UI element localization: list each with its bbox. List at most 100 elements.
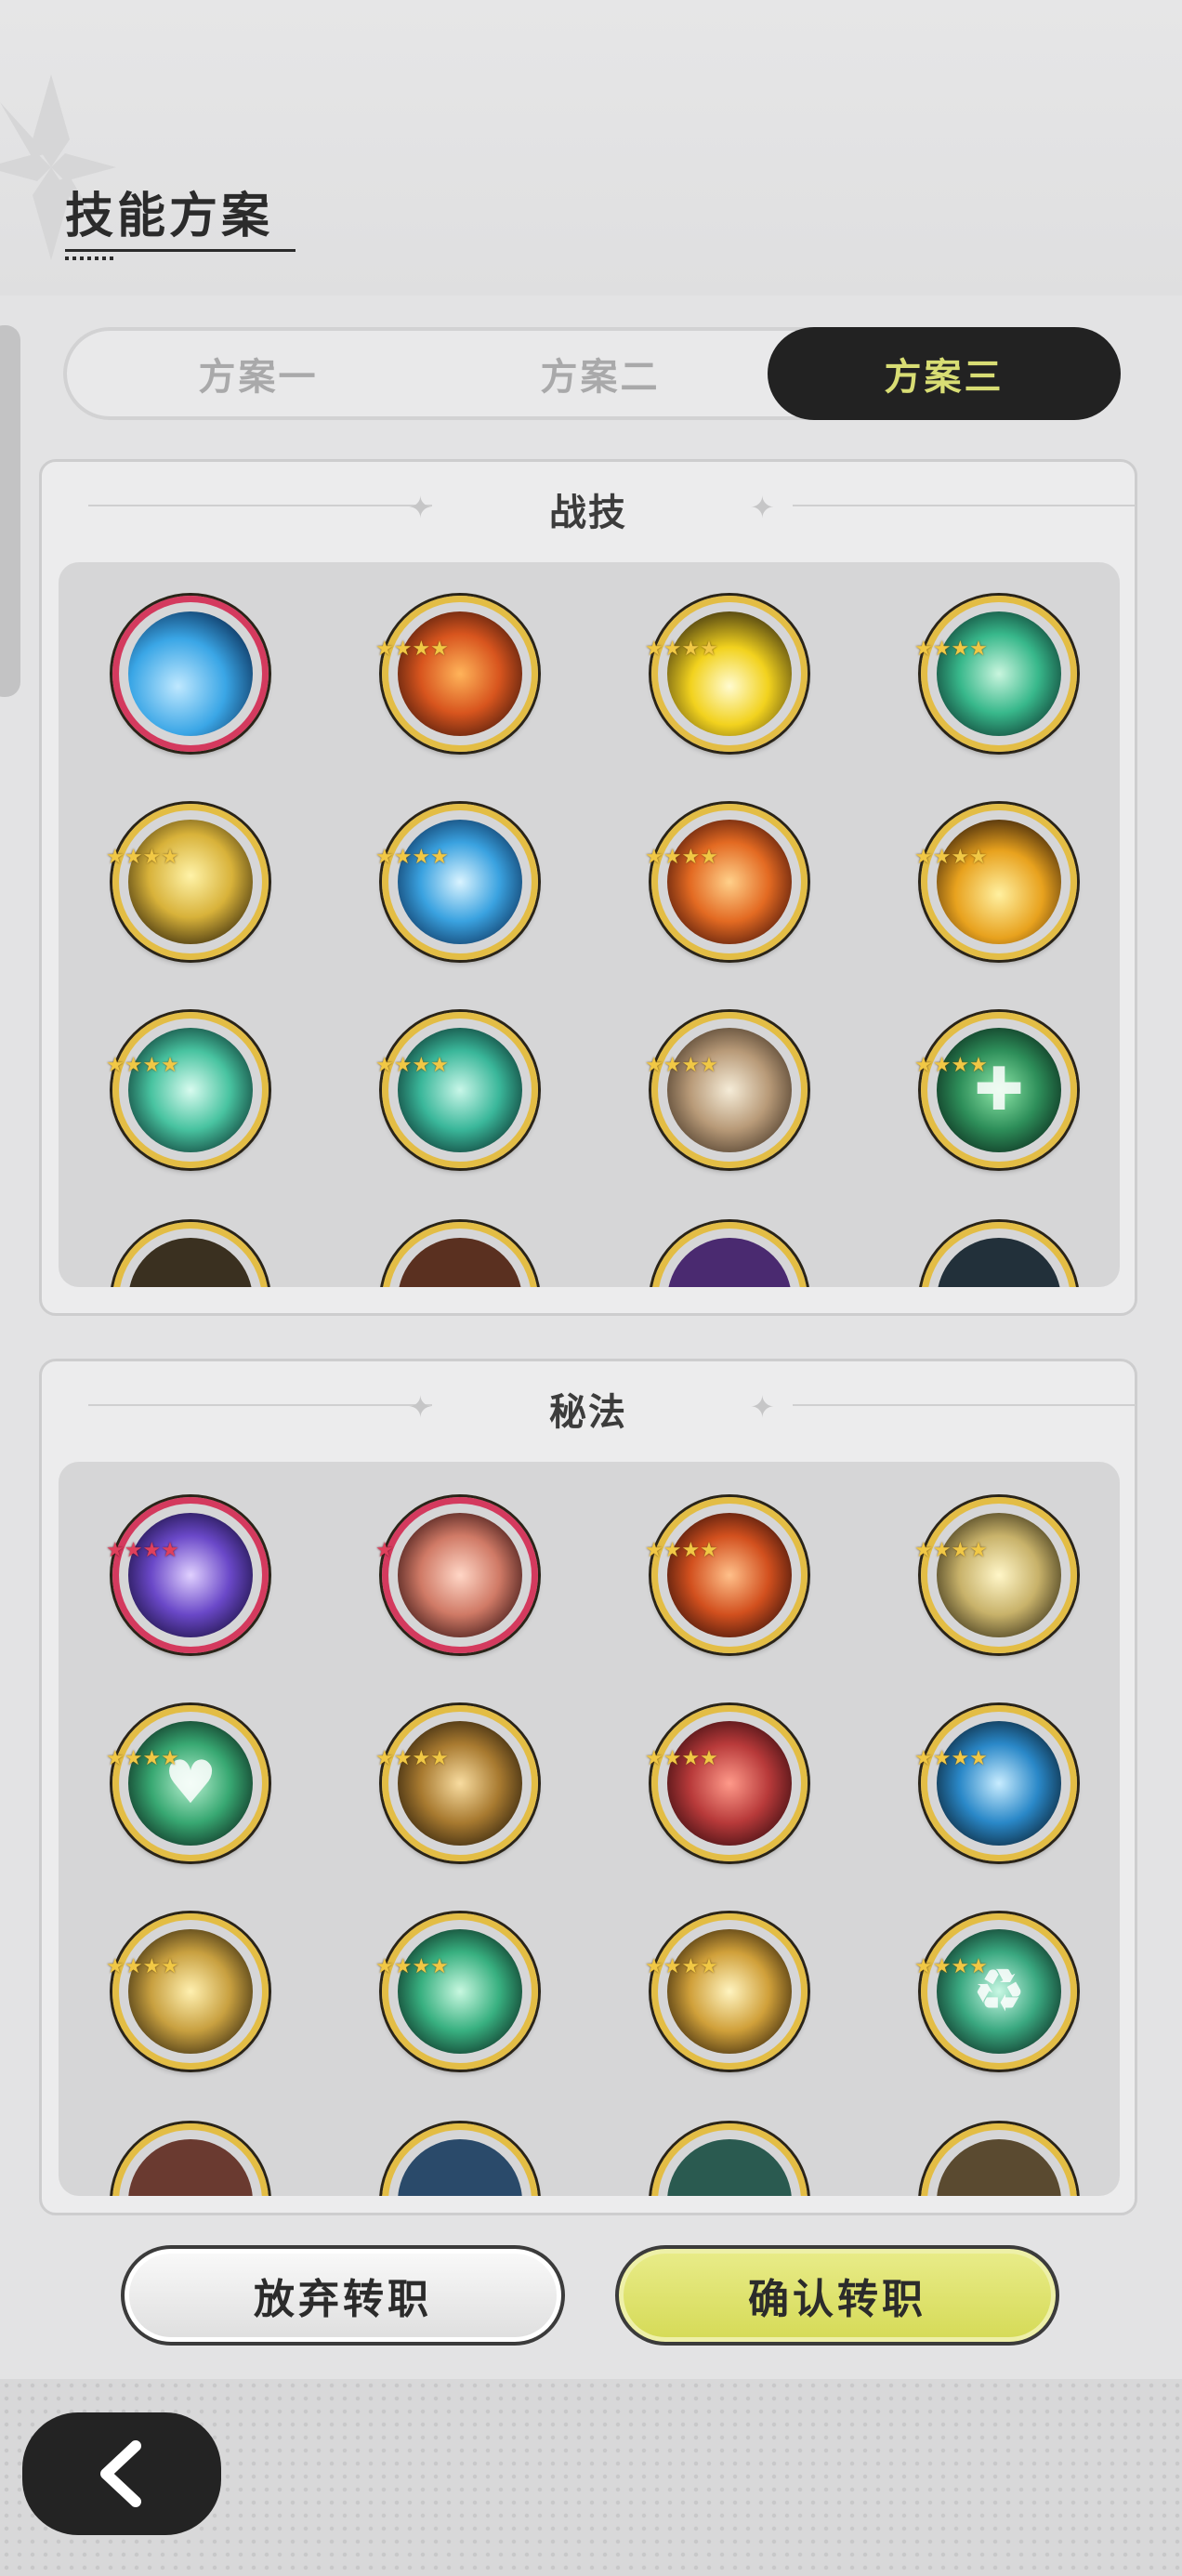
rarity-stars: ★★★★ [914,848,988,868]
rarity-stars: ★★★★ [914,1541,988,1561]
card-toss-icon [667,1028,792,1152]
rarity-stars: ★★★★ [375,848,449,868]
rarity-stars: ★★★★ [106,1541,179,1561]
skill-water-vortex[interactable]: ★★★★ [375,804,538,960]
side-drawer-handle[interactable] [0,325,20,697]
rarity-stars: ★★★★ [645,639,718,660]
skill-ground-burst[interactable]: ★★★★ [914,804,1077,960]
tab-plan-2[interactable]: 方案二 [424,327,777,420]
skill-heal-cross[interactable]: ✚ ★★★★ [914,1012,1077,1168]
skill-mystic-spirit[interactable]: ★ [375,1497,538,1653]
skill-wind-orb[interactable]: ★★★★ [914,596,1077,752]
skill-demon-mask[interactable]: ★★★★ [645,1705,808,1861]
tab-plan-1[interactable]: 方案一 [82,327,435,420]
light-rise-icon [937,1513,1061,1637]
skill-fire-swirl[interactable]: ★★★★ [375,596,538,752]
skill-gold-burst[interactable]: ★★★★ [645,1913,808,2070]
section-title: 秘法 [549,1391,627,1434]
back-button[interactable] [22,2412,221,2535]
skill-ice-crystal[interactable]: ★★★★ [914,1705,1077,1861]
rarity-stars: ★★★★ [645,1541,718,1561]
sparkle-icon: ✦ [750,490,775,525]
skill-golden-hand[interactable]: ★★★★ [106,1913,269,2070]
divider-line [793,505,1136,506]
rarity-stars: ★★★★ [106,848,179,868]
skill-row4-1[interactable] [112,1222,269,1287]
skill-jade-shield[interactable]: ★★★★ [375,1913,538,2070]
title-dots [65,256,117,260]
rarity-stars: ★★★★ [375,1957,449,1978]
cancel-job-change-button[interactable]: 放弃转职 [121,2245,565,2346]
page-title: 技能方案 [65,189,274,244]
plan-tabs: 方案一 方案二 方案三 [63,327,1121,420]
skill-row4-1[interactable] [112,2123,269,2196]
skill-icon [667,1238,792,1287]
skill-row4-3[interactable] [651,2123,808,2196]
skill-row4-3[interactable] [651,1222,808,1287]
demon-mask-icon [667,1721,792,1846]
divider-line [793,1404,1136,1406]
lightning-orb-icon [667,611,792,736]
skill-lightning-orb[interactable]: ★★★★ [645,596,808,752]
skill-icon [398,2139,522,2196]
rarity-stars: ★★★★ [645,1749,718,1769]
skill-flame-eye[interactable]: ★★★★ [645,804,808,960]
skill-wind-blades[interactable]: ★★★★ [106,1012,269,1168]
rarity-stars: ★★★★ [914,639,988,660]
recycle-icon: ♻ [937,1929,1061,2054]
secret-arts-panel: ✦ 秘法 ✦ ★★★★ ★ ★★★★ ★★★★ ♥ ★★★★ [39,1359,1137,2215]
mystic-spirit-icon [398,1513,522,1637]
section-title: 战技 [549,492,627,534]
skill-wind-vortex[interactable]: ★★★★ [375,1012,538,1168]
ice-crystal-icon [937,1721,1061,1846]
rarity-stars: ★ [375,1539,394,1562]
skill-row4-4[interactable] [921,2123,1077,2196]
rarity-stars: ★★★★ [375,1749,449,1769]
rarity-stars: ★★★★ [375,639,449,660]
golden-hand-icon [128,1929,253,2054]
rarity-stars: ★★★★ [914,1957,988,1978]
skill-icon [128,2139,253,2196]
recycle-shape-icon: ♻ [972,1957,1026,2026]
tab-plan-3[interactable]: 方案三 [768,327,1121,420]
skill-star-strike[interactable]: ★★★★ [375,1705,538,1861]
skill-icon [937,1238,1061,1287]
skill-heart-guard[interactable]: ♥ ★★★★ [106,1705,269,1861]
skill-row4-2[interactable] [382,1222,538,1287]
gold-burst-icon [667,1929,792,2054]
jade-shield-icon [398,1929,522,2054]
skill-water-wave[interactable] [112,596,269,752]
skill-arcane-clock[interactable]: ★★★★ [106,1497,269,1653]
skill-light-rise[interactable]: ★★★★ [914,1497,1077,1653]
skill-icon [667,2139,792,2196]
rarity-stars: ★★★★ [914,1749,988,1769]
rarity-stars: ★★★★ [645,1957,718,1978]
wind-vortex-icon [398,1028,522,1152]
plus-icon: ✚ [974,1056,1024,1124]
rarity-stars: ★★★★ [106,1957,179,1978]
rarity-stars: ★★★★ [375,1056,449,1076]
confirm-job-change-button[interactable]: 确认转职 [615,2245,1059,2346]
star-strike-icon [398,1721,522,1846]
skill-fire-ring[interactable]: ★★★★ [645,1497,808,1653]
fire-ring-icon [667,1513,792,1637]
skill-golden-crystal[interactable]: ★★★★ [106,804,269,960]
combat-skills-panel: ✦ 战技 ✦ ★★★★ ★★★★ ★★★★ ★★★★ ★★★★ [39,459,1137,1316]
rarity-stars: ★★★★ [914,1056,988,1076]
rarity-stars: ★★★★ [645,848,718,868]
wind-blades-icon [128,1028,253,1152]
heart-icon: ♥ [128,1721,253,1846]
skill-grid: ★★★★ ★★★★ ★★★★ ★★★★ ★★★★ ★★★★ ★★★★ [59,562,1120,1287]
water-vortex-icon [398,820,522,944]
skill-row4-2[interactable] [382,2123,538,2196]
title-underline [65,249,296,252]
chevron-left-icon [100,2440,141,2507]
skill-card-toss[interactable]: ★★★★ [645,1012,808,1168]
ground-burst-icon [937,820,1061,944]
rarity-stars: ★★★★ [645,1056,718,1076]
sparkle-icon: ✦ [750,1389,775,1425]
skill-icon [398,1238,522,1287]
skill-row4-4[interactable] [921,1222,1077,1287]
skill-recycle[interactable]: ♻ ★★★★ [914,1913,1077,2070]
skill-icon [937,2139,1061,2196]
